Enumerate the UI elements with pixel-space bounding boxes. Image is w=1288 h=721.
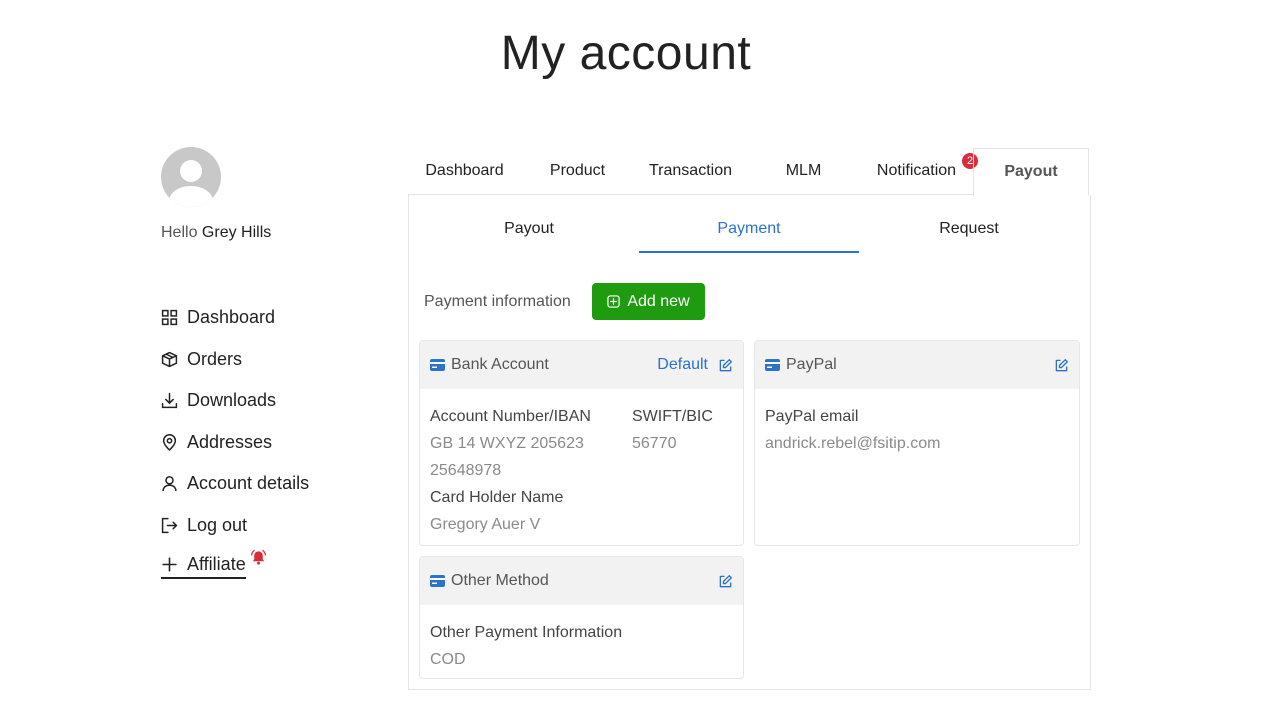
card-title: Bank Account (451, 356, 549, 373)
card-title: Other Method (451, 572, 549, 589)
sidebar-item-label: Addresses (187, 431, 273, 452)
add-new-label: Add new (627, 292, 690, 310)
sidebar-item-label: Account details (187, 473, 310, 494)
subtab-request[interactable]: Request (859, 210, 1079, 253)
swift-label: SWIFT/BIC (632, 408, 713, 425)
download-icon (161, 393, 178, 409)
tab-dashboard[interactable]: Dashboard (408, 148, 521, 195)
swift-value: 56770 (632, 435, 677, 452)
credit-card-icon (430, 575, 445, 587)
user-name: Grey Hills (201, 224, 272, 241)
tab-product[interactable]: Product (521, 148, 634, 195)
bell-icon (250, 549, 267, 565)
paypal-email-label: PayPal email (765, 408, 859, 425)
avatar (161, 147, 221, 207)
plus-square-icon (607, 295, 621, 308)
map-pin-icon (162, 433, 177, 451)
account-number-value: GB 14 WXYZ 205623 (430, 435, 584, 452)
card-header: PayPal (755, 341, 1079, 389)
card-holder-value: Gregory Auer V (430, 516, 541, 533)
tab-transaction[interactable]: Transaction (634, 148, 747, 195)
account-number-value-cont: 25648978 (430, 462, 502, 479)
account-tabs: Dashboard Product Transaction MLM Notifi… (408, 148, 1091, 196)
sidebar-item-label: Orders (187, 348, 243, 369)
payment-information-label: Payment information (424, 293, 571, 310)
edit-icon[interactable] (718, 574, 733, 589)
plus-icon (162, 557, 177, 572)
page-title: My account (500, 27, 752, 80)
account-sidebar-nav: Dashboard Orders Downloads Addresses Acc… (161, 297, 309, 588)
payout-subtabs: Payout Payment Request (419, 210, 1080, 253)
grid-icon (161, 310, 178, 326)
other-method-card: Other Method Other Payment Information C… (419, 556, 744, 679)
user-greeting: Hello Grey Hills (161, 224, 272, 241)
tab-notification[interactable]: Notification 2 (860, 148, 978, 195)
tab-payout[interactable]: Payout (973, 148, 1089, 196)
paypal-card: PayPal PayPal email andrick.rebel@fsitip… (754, 340, 1080, 546)
edit-icon[interactable] (718, 358, 733, 373)
sidebar-item-affiliate[interactable]: Affiliate (161, 546, 309, 588)
logout-icon (161, 517, 178, 533)
tab-mlm[interactable]: MLM (747, 148, 860, 195)
card-title: PayPal (786, 356, 837, 373)
sidebar-item-label: Affiliate (187, 554, 246, 575)
add-new-button[interactable]: Add new (592, 283, 705, 320)
package-icon (161, 351, 178, 367)
edit-icon[interactable] (1054, 358, 1069, 373)
credit-card-icon (765, 359, 780, 371)
bank-account-card: Bank Account Default Account Number/IBAN… (419, 340, 744, 546)
subtab-payout[interactable]: Payout (419, 210, 639, 253)
tab-label: Notification (876, 162, 957, 179)
sidebar-item-account-details[interactable]: Account details (161, 463, 309, 505)
card-header: Bank Account Default (420, 341, 743, 389)
sidebar-item-downloads[interactable]: Downloads (161, 380, 309, 422)
card-header: Other Method (420, 557, 743, 605)
sidebar-item-addresses[interactable]: Addresses (161, 422, 309, 464)
sidebar-item-dashboard[interactable]: Dashboard (161, 297, 309, 339)
sidebar-item-label: Downloads (187, 390, 277, 411)
default-badge: Default (657, 356, 708, 373)
subtab-payment[interactable]: Payment (639, 210, 859, 253)
other-payment-info-value: COD (430, 651, 466, 668)
user-icon (162, 476, 177, 492)
sidebar-item-orders[interactable]: Orders (161, 339, 309, 381)
credit-card-icon (430, 359, 445, 371)
paypal-email-value: andrick.rebel@fsitip.com (765, 435, 941, 452)
other-payment-info-label: Other Payment Information (430, 624, 623, 641)
account-number-label: Account Number/IBAN (430, 408, 591, 425)
sidebar-item-label: Dashboard (187, 307, 276, 328)
card-holder-label: Card Holder Name (430, 489, 564, 506)
sidebar-item-log-out[interactable]: Log out (161, 505, 309, 547)
sidebar-item-label: Log out (187, 514, 248, 535)
